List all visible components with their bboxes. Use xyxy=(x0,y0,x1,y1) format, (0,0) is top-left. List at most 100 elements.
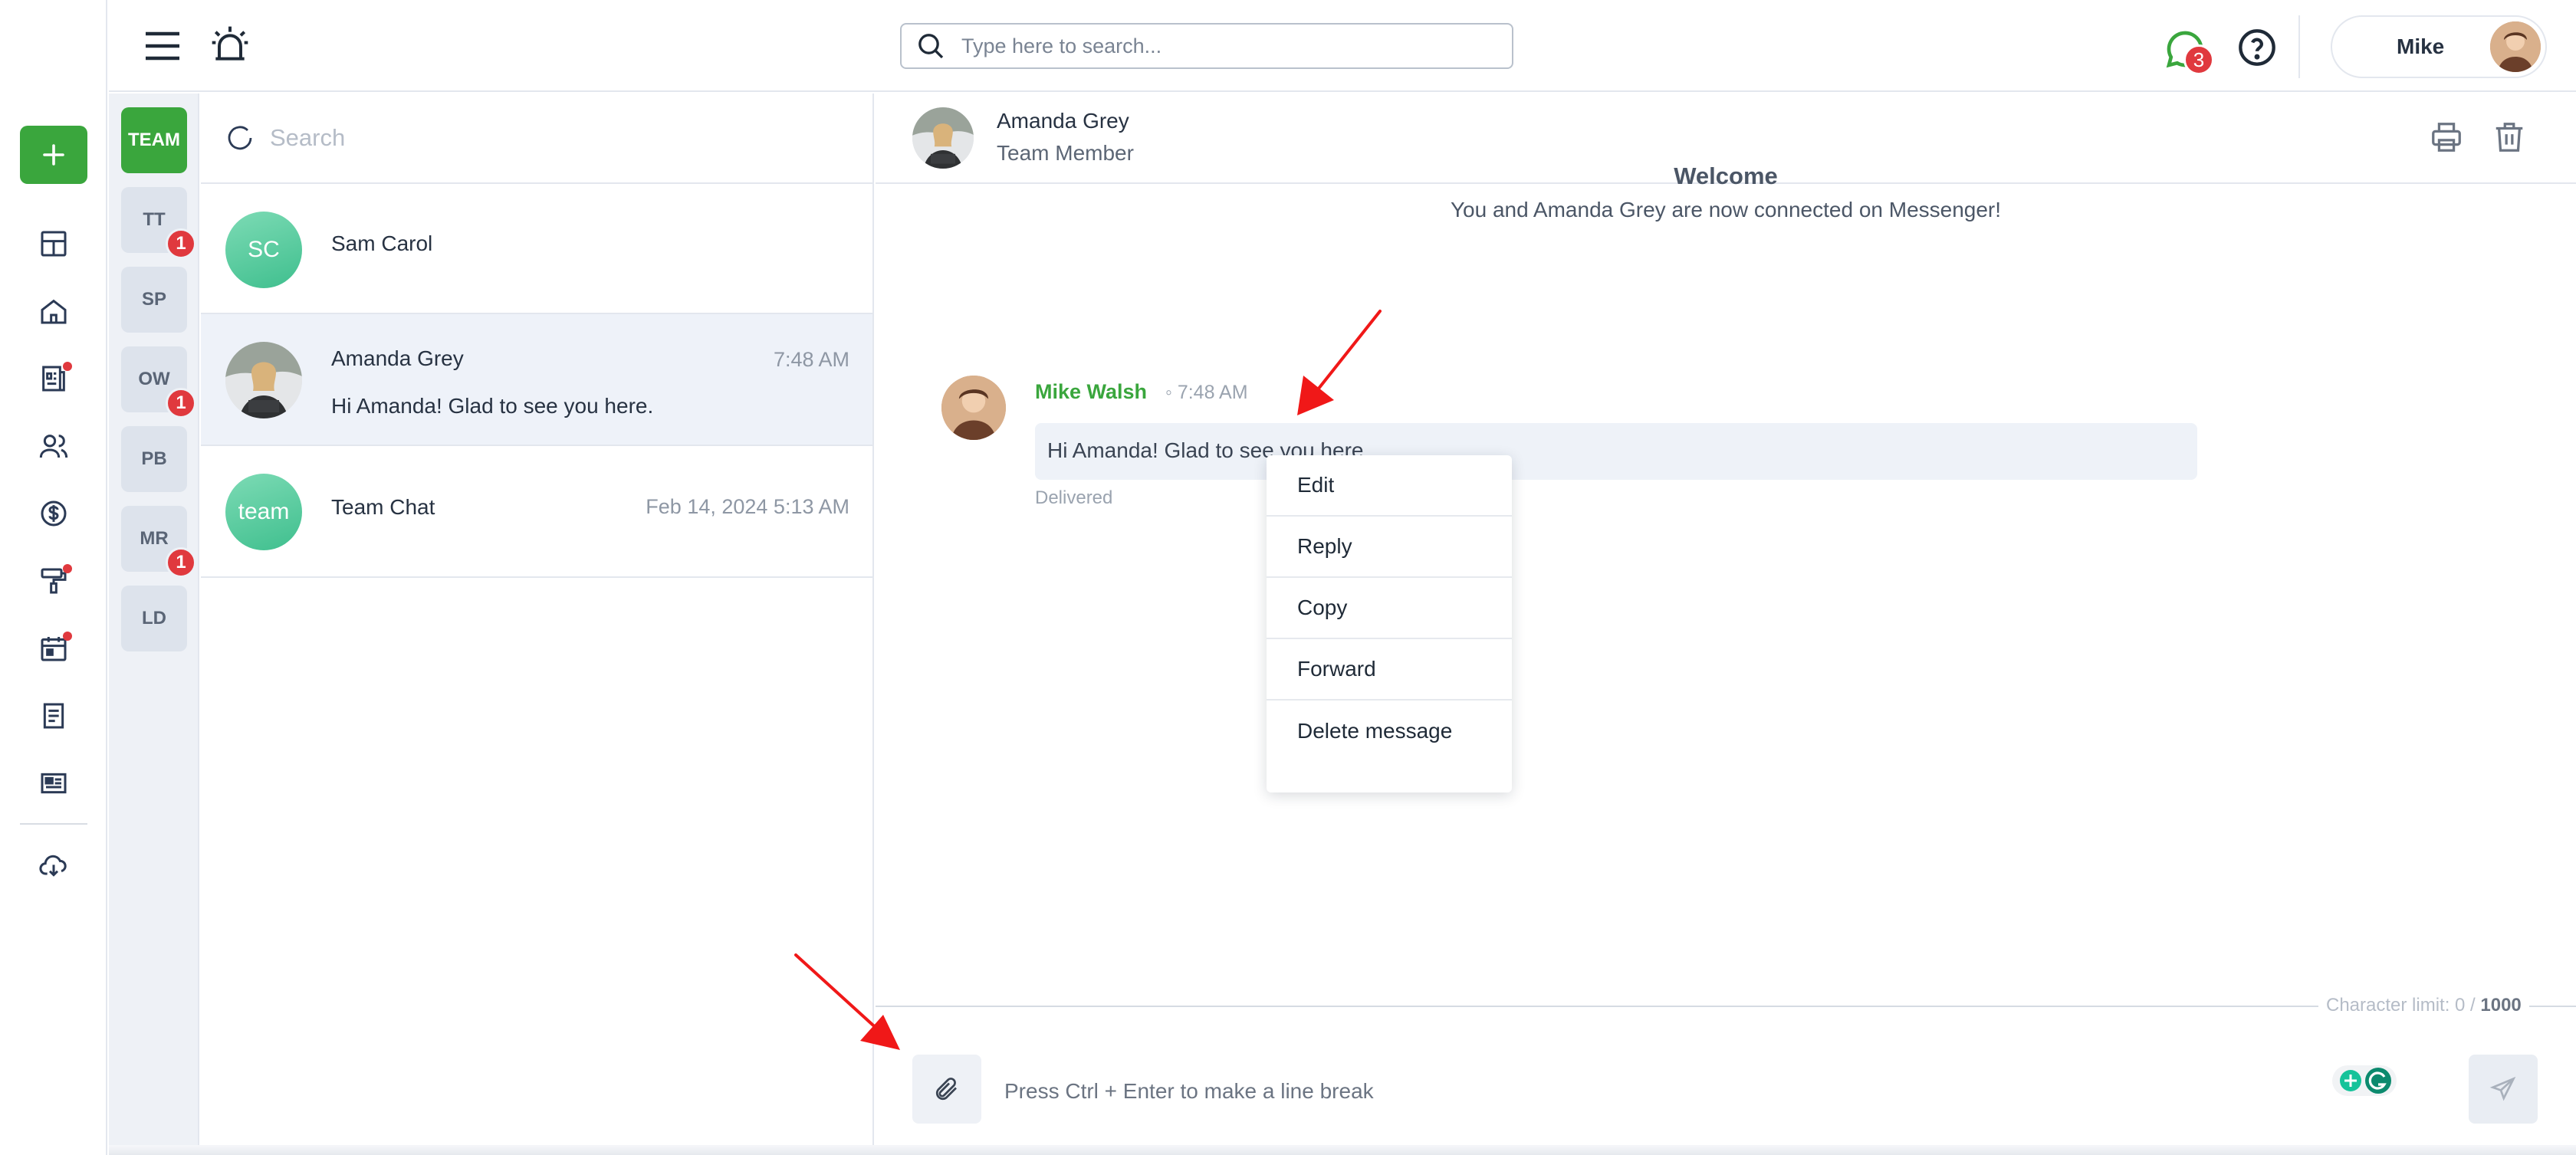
channel-label: TEAM xyxy=(128,130,180,150)
conversation-name: Amanda Grey xyxy=(331,346,464,370)
menu-item-forward[interactable]: Forward xyxy=(1267,639,1512,701)
channel-list: TEAM TT 1 SP OW 1 PB MR 1 LD xyxy=(109,94,199,1155)
contact-avatar xyxy=(912,107,974,169)
conversation-preview: Hi Amanda! Glad to see you here. xyxy=(331,394,654,418)
channel-sp[interactable]: SP xyxy=(121,267,187,333)
channel-tt[interactable]: TT 1 xyxy=(121,187,196,259)
attach-button[interactable] xyxy=(912,1055,981,1124)
send-button[interactable] xyxy=(2469,1055,2538,1124)
message-time-separator: ◦ xyxy=(1165,382,1172,403)
chat-count-badge: 3 xyxy=(2183,44,2214,75)
conversation-search-input[interactable] xyxy=(270,124,807,152)
unread-badge: 1 xyxy=(166,547,196,578)
bottom-shadow xyxy=(109,1145,2576,1155)
global-search[interactable] xyxy=(900,23,1513,69)
conversation-item[interactable]: team Team Chat Feb 14, 2024 5:13 AM xyxy=(201,446,872,578)
contact-name: Amanda Grey xyxy=(997,109,1129,133)
conversation-time: 7:48 AM xyxy=(773,348,849,371)
left-nav-rail xyxy=(0,0,107,1155)
welcome-title: Welcome xyxy=(1674,162,1778,189)
user-avatar xyxy=(2490,21,2541,72)
message-author: Mike Walsh xyxy=(1035,380,1148,403)
global-search-input[interactable] xyxy=(961,34,1483,58)
help-icon[interactable] xyxy=(2237,28,2277,67)
download-nav-button[interactable] xyxy=(34,846,74,886)
message-context-menu: Edit Reply Copy Forward Delete message xyxy=(1267,455,1512,792)
hamburger-menu-icon[interactable] xyxy=(143,28,182,64)
annotation-arrow-icon xyxy=(794,953,900,1050)
dashboard-icon xyxy=(41,231,67,257)
documents-nav-button[interactable] xyxy=(34,696,74,736)
conversation-avatar: team xyxy=(225,474,302,550)
reports-nav-button[interactable] xyxy=(34,359,74,399)
rail-divider xyxy=(20,823,87,825)
calendar-nav-button[interactable] xyxy=(34,628,74,668)
channel-label: OW xyxy=(138,369,170,389)
trash-icon[interactable] xyxy=(2492,120,2527,155)
channel-team[interactable]: TEAM xyxy=(121,107,187,173)
billing-nav-button[interactable] xyxy=(34,494,74,533)
message-time: ◦ 7:48 AM xyxy=(1165,382,1248,404)
channel-label: TT xyxy=(143,209,166,230)
search-icon xyxy=(918,34,944,59)
channel-label: LD xyxy=(142,608,166,628)
menu-item-reply[interactable]: Reply xyxy=(1267,517,1512,578)
user-menu[interactable]: Mike xyxy=(2331,15,2547,78)
dashboard-nav-button[interactable] xyxy=(34,224,74,264)
news-icon xyxy=(41,773,67,794)
menu-item-copy[interactable]: Copy xyxy=(1267,578,1512,639)
annotation-arrow-icon xyxy=(1297,310,1382,415)
conversation-name: Sam Carol xyxy=(331,231,433,255)
menu-item-edit[interactable]: Edit xyxy=(1267,455,1512,517)
home-nav-button[interactable] xyxy=(34,291,74,331)
channel-mr[interactable]: MR 1 xyxy=(121,506,196,578)
conversation-avatar xyxy=(225,342,302,418)
plus-icon xyxy=(43,144,64,166)
user-name: Mike xyxy=(2397,34,2445,58)
conversation-list: SC Sam Carol Amanda Grey 7:48 AM Hi Aman… xyxy=(201,94,874,1155)
search-icon xyxy=(228,126,252,150)
download-cloud-icon xyxy=(39,855,67,877)
channel-ow[interactable]: OW 1 xyxy=(121,346,196,418)
conversation-name: Team Chat xyxy=(331,495,435,519)
channel-label: SP xyxy=(141,289,166,310)
document-icon xyxy=(43,703,64,729)
message-input[interactable] xyxy=(1004,1073,2308,1110)
channel-pb[interactable]: PB xyxy=(121,426,187,492)
header-divider xyxy=(2298,15,2300,78)
menu-item-delete-message[interactable]: Delete message xyxy=(1267,701,1512,762)
top-header: 3 Mike xyxy=(109,0,2576,92)
conversation-item[interactable]: SC Sam Carol xyxy=(201,184,872,314)
unread-badge: 1 xyxy=(166,228,196,259)
conversation-search[interactable] xyxy=(201,94,872,184)
channel-label: MR xyxy=(140,528,169,549)
channel-ld[interactable]: LD xyxy=(121,586,187,651)
message-author-avatar xyxy=(941,376,1006,440)
welcome-subtitle: You and Amanda Grey are now connected on… xyxy=(1450,198,2002,221)
character-limit-max: 1000 xyxy=(2480,995,2522,1016)
character-limit: Character limit: 0 / 1000 xyxy=(2318,995,2529,1016)
add-button[interactable] xyxy=(20,126,87,184)
news-nav-button[interactable] xyxy=(34,763,74,803)
users-nav-button[interactable] xyxy=(34,426,74,466)
alarm-icon[interactable] xyxy=(209,23,251,66)
message-status: Delivered xyxy=(1035,487,1113,508)
conversation-time: Feb 14, 2024 5:13 AM xyxy=(646,495,849,518)
conversation-item[interactable]: Amanda Grey 7:48 AM Hi Amanda! Glad to s… xyxy=(201,314,872,446)
message-time-value: 7:48 AM xyxy=(1177,382,1248,403)
notification-dot xyxy=(63,362,72,371)
users-icon xyxy=(39,435,68,458)
jobs-nav-button[interactable] xyxy=(34,561,74,601)
paperclip-icon xyxy=(935,1078,957,1101)
grammarly-icon[interactable] xyxy=(2331,1061,2400,1101)
message-bubble[interactable]: Hi Amanda! Glad to see you here. xyxy=(1035,423,2197,480)
dollar-icon xyxy=(41,500,67,527)
notification-dot xyxy=(63,632,72,641)
home-icon xyxy=(41,299,67,324)
print-icon[interactable] xyxy=(2429,120,2464,155)
character-limit-label: Character limit: 0 / xyxy=(2326,995,2476,1016)
notification-dot xyxy=(63,564,72,573)
unread-badge: 1 xyxy=(166,388,196,418)
send-icon xyxy=(2489,1076,2516,1101)
conversation-avatar: SC xyxy=(225,212,302,288)
